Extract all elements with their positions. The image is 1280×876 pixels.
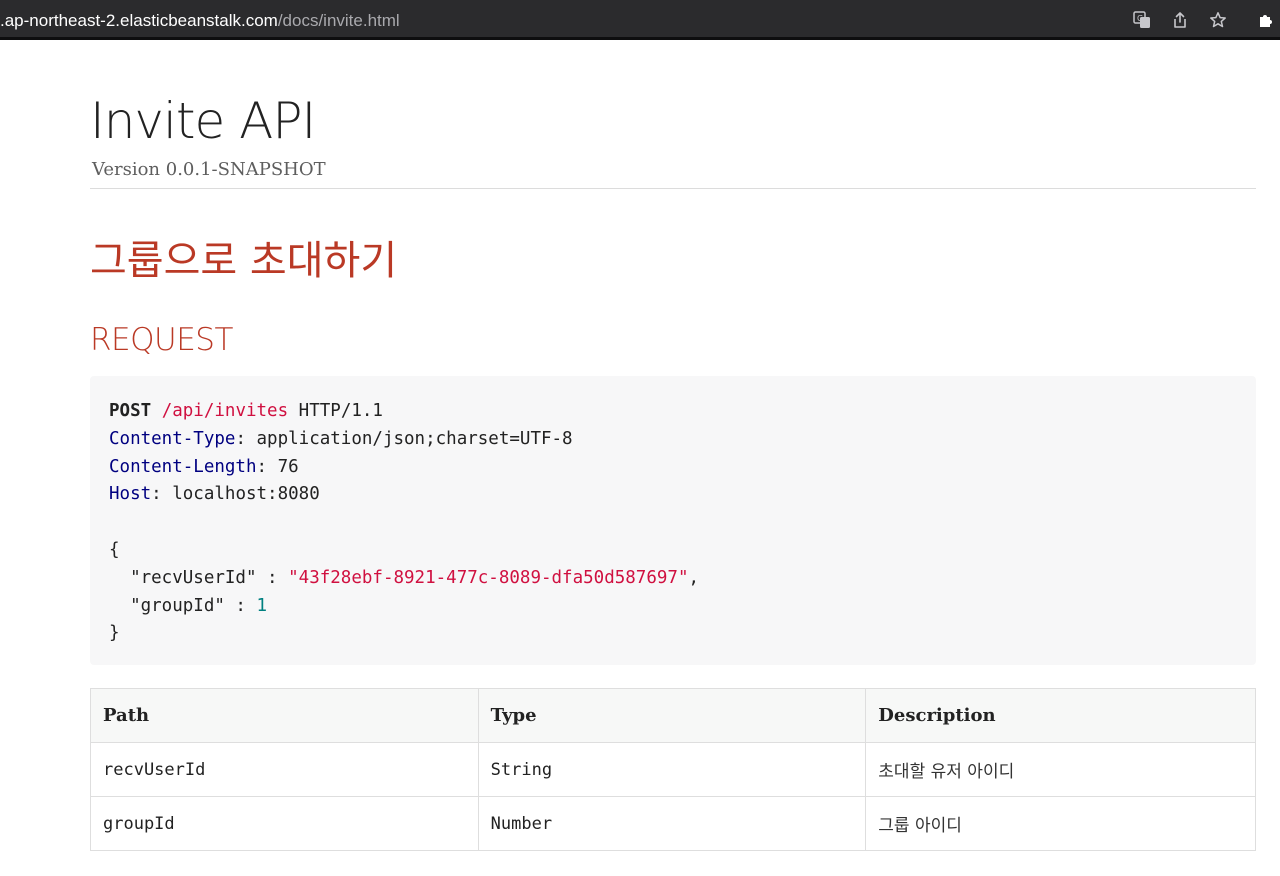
header-line: Content-Type: application/json;charset=U… bbox=[109, 426, 1237, 454]
header-value: : application/json;charset=UTF-8 bbox=[235, 428, 573, 449]
field-path: recvUserId bbox=[90, 742, 479, 797]
table-row: groupId Number 그룹 아이디 bbox=[90, 796, 1256, 851]
header-line: Content-Length: 76 bbox=[109, 454, 1237, 482]
url-path: /docs/invite.html bbox=[277, 11, 400, 30]
header-line: Host: localhost:8080 bbox=[109, 481, 1237, 509]
browser-toolbar: .ap-northeast-2.elasticbeanstalk.com/doc… bbox=[0, 0, 1280, 40]
body-key: "recvUserId" : bbox=[109, 567, 289, 588]
column-header-description: Description bbox=[865, 688, 1256, 743]
request-path: /api/invites bbox=[161, 401, 289, 421]
page-title: Invite API bbox=[90, 92, 316, 150]
table-row: recvUserId String 초대할 유저 아이디 bbox=[90, 742, 1256, 797]
translate-icon[interactable]: G bbox=[1131, 9, 1153, 31]
body-close-brace: } bbox=[109, 623, 120, 644]
http-method: POST bbox=[109, 401, 152, 421]
bookmark-star-icon[interactable] bbox=[1207, 9, 1229, 31]
column-header-type: Type bbox=[477, 688, 867, 743]
table-header-row: Path Type Description bbox=[90, 688, 1256, 743]
svg-text:G: G bbox=[1137, 14, 1143, 23]
request-line: POST /api/invites HTTP/1.1 bbox=[109, 398, 1237, 426]
request-code-block: POST /api/invites HTTP/1.1 Content-Type: … bbox=[90, 376, 1256, 665]
share-icon[interactable] bbox=[1169, 9, 1191, 31]
body-line: "recvUserId" : "43f28ebf-8921-477c-8089-… bbox=[109, 565, 1237, 593]
header-name: Content-Type bbox=[109, 428, 236, 449]
title-divider bbox=[90, 188, 1256, 189]
body-line: "groupId" : 1 bbox=[109, 593, 1237, 621]
field-type: Number bbox=[477, 796, 867, 851]
column-header-path: Path bbox=[90, 688, 479, 743]
body-line: { bbox=[109, 537, 1237, 565]
header-value: : localhost:8080 bbox=[151, 484, 320, 505]
extensions-icon[interactable] bbox=[1255, 9, 1277, 31]
field-path: groupId bbox=[90, 796, 479, 851]
header-name: Content-Length bbox=[109, 456, 257, 477]
http-protocol: HTTP/1.1 bbox=[288, 401, 383, 421]
body-number-value: 1 bbox=[256, 595, 268, 616]
body-key: "groupId" : bbox=[109, 595, 257, 616]
address-bar[interactable]: .ap-northeast-2.elasticbeanstalk.com/doc… bbox=[0, 10, 400, 32]
version-label: Version 0.0.1-SNAPSHOT bbox=[92, 159, 326, 180]
header-value: : 76 bbox=[256, 456, 299, 477]
field-description: 그룹 아이디 bbox=[865, 796, 1256, 851]
field-description: 초대할 유저 아이디 bbox=[865, 742, 1256, 797]
url-host: .ap-northeast-2.elasticbeanstalk.com bbox=[0, 11, 278, 30]
header-name: Host bbox=[109, 484, 152, 505]
body-line: } bbox=[109, 620, 1237, 648]
subsection-title: REQUEST bbox=[90, 322, 233, 358]
body-string-value: "43f28ebf-8921-477c-8089-dfa50d587697" bbox=[288, 567, 689, 588]
request-fields-table: Path Type Description recvUserId String … bbox=[90, 688, 1256, 851]
body-separator: , bbox=[688, 567, 700, 588]
section-title: 그룹으로 초대하기 bbox=[90, 238, 398, 284]
field-type: String bbox=[477, 742, 867, 797]
body-open-brace: { bbox=[109, 539, 120, 560]
